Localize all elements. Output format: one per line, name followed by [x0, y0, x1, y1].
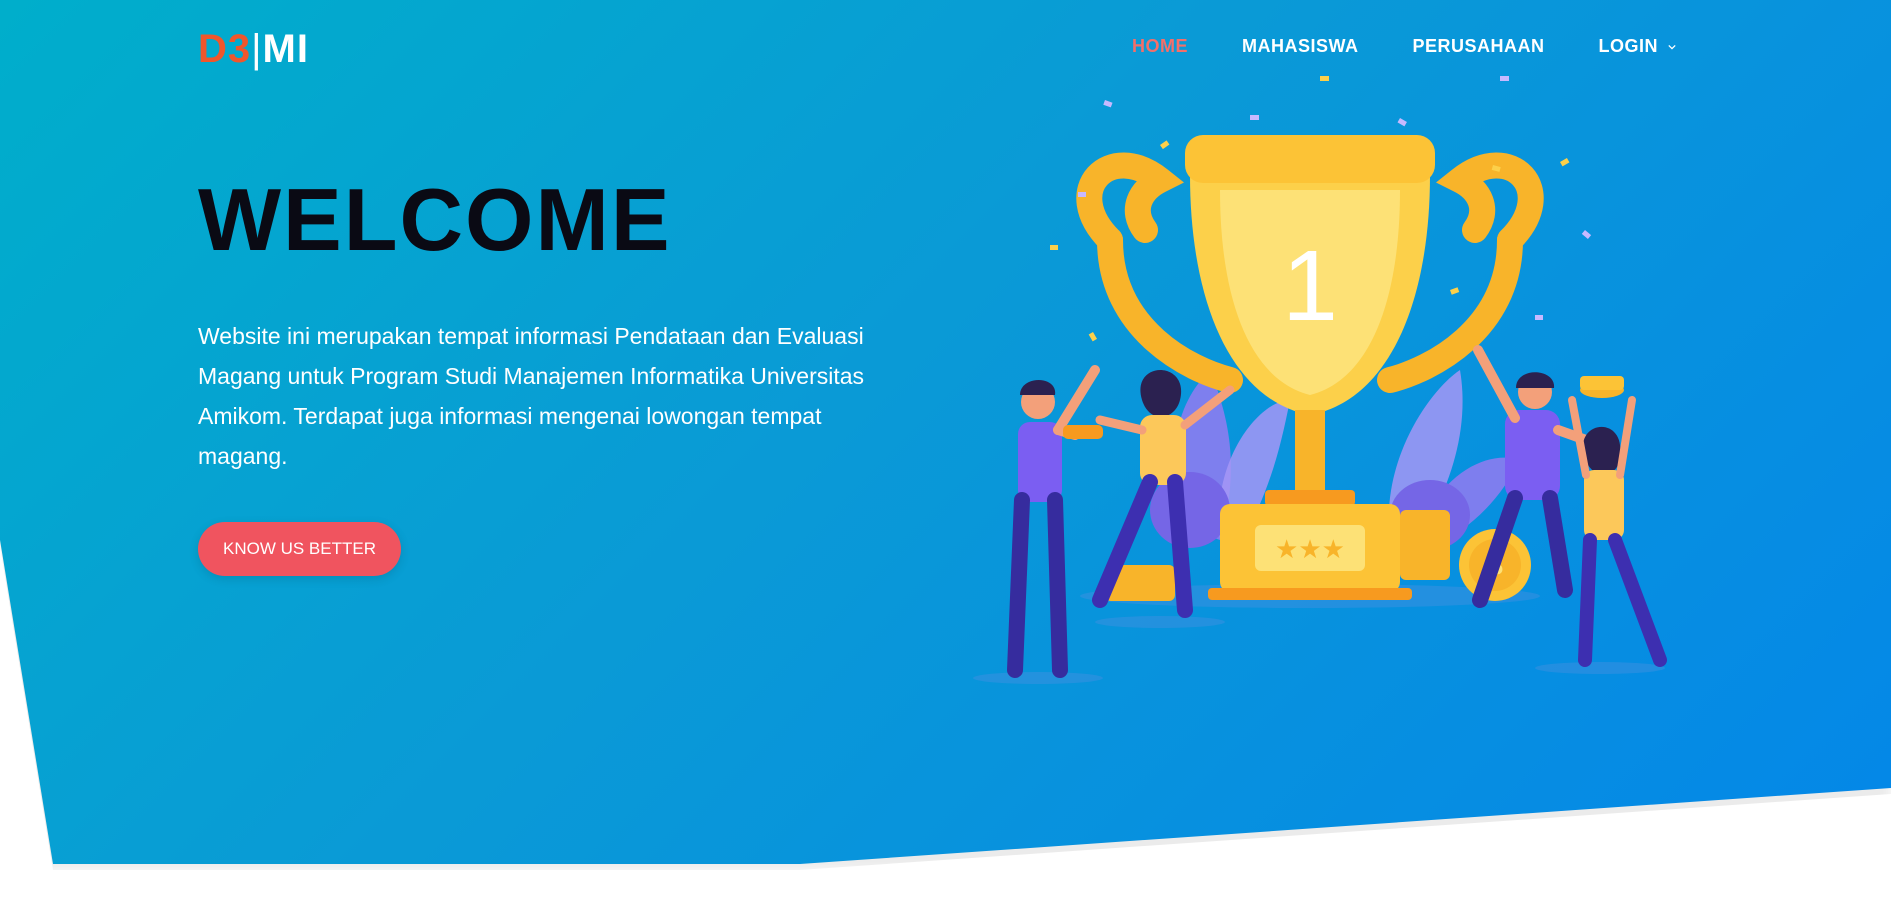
landing-page: D3|MI HOME MAHASISWA PERUSAHAAN LOGIN WE…: [0, 0, 1891, 904]
nav-item-label: LOGIN: [1598, 36, 1659, 56]
nav-item-perusahaan[interactable]: PERUSAHAAN: [1413, 36, 1545, 57]
brand-logo[interactable]: D3|MI: [198, 24, 309, 74]
main-nav: HOME MAHASISWA PERUSAHAAN LOGIN: [1132, 36, 1676, 57]
brand-logo-separator: |: [251, 27, 263, 71]
brand-logo-d3: D3: [198, 27, 252, 71]
nav-item-mahasiswa[interactable]: MAHASISWA: [1242, 36, 1359, 57]
trophy-illustration: 1 ★★★ $: [973, 76, 1667, 684]
chevron-down-icon: [1668, 44, 1676, 50]
hero-title: WELCOME: [198, 170, 672, 269]
brand-logo-mi: MI: [262, 27, 309, 71]
trophy-number: 1: [1282, 230, 1338, 342]
hero-description: Website ini merupakan tempat informasi P…: [198, 323, 865, 469]
nav-item-label: PERUSAHAAN: [1412, 36, 1545, 56]
know-us-better-button[interactable]: KNOW US BETTER: [198, 522, 401, 576]
nav-item-home[interactable]: HOME: [1132, 36, 1188, 57]
nav-item-label: MAHASISWA: [1242, 36, 1359, 56]
svg-text:★★★: ★★★: [1275, 535, 1345, 565]
nav-item-label: HOME: [1132, 36, 1188, 56]
nav-item-login[interactable]: LOGIN: [1599, 36, 1677, 57]
